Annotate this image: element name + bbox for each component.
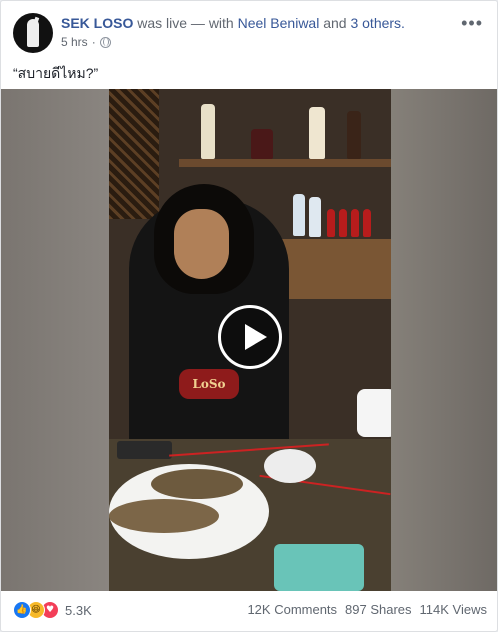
more-options-icon[interactable]: ••• [461, 13, 483, 34]
computer-mouse [264, 449, 316, 483]
bottle [339, 209, 347, 237]
tagged-link[interactable]: Neel Beniwal [238, 15, 320, 31]
shares-count[interactable]: 897 Shares [345, 602, 412, 617]
video-player[interactable]: LoSo [1, 89, 497, 591]
others-link[interactable]: 3 others. [350, 15, 404, 31]
fish [109, 499, 219, 533]
like-reaction-icon: 👍 [13, 601, 31, 619]
post-meta: 5 hrs · [61, 35, 111, 49]
bottle [201, 104, 215, 159]
bottle [327, 209, 335, 237]
post-card: SEK LOSO was live — with Neel Beniwal an… [0, 0, 498, 632]
action-text: was live — with [137, 15, 234, 31]
play-icon [245, 324, 267, 350]
separator-dot: · [91, 35, 96, 49]
shelf [179, 159, 391, 167]
bottle [309, 107, 325, 159]
video-blur-right [391, 89, 497, 591]
person-face [174, 209, 229, 279]
video-blur-left [1, 89, 109, 591]
timestamp[interactable]: 5 hrs [61, 35, 88, 49]
tissue-roll [357, 389, 391, 437]
bottle [309, 197, 321, 237]
phone [117, 441, 172, 459]
views-count: 114K Views [419, 602, 487, 617]
post-text: “สบายดีไหม?” [13, 65, 99, 81]
post-header: SEK LOSO was live — with Neel Beniwal an… [1, 1, 497, 61]
comments-count[interactable]: 12K Comments [247, 602, 337, 617]
bottle [251, 129, 273, 159]
shirt-logo: LoSo [179, 369, 239, 399]
fish [151, 469, 243, 499]
bottle [363, 209, 371, 237]
bottle [293, 194, 305, 236]
reaction-count[interactable]: 5.3K [65, 603, 92, 618]
post-title: SEK LOSO was live — with Neel Beniwal an… [61, 15, 405, 31]
and-text: and [323, 15, 347, 31]
play-button[interactable] [218, 305, 282, 369]
avatar[interactable] [13, 13, 53, 53]
tape-measure [274, 544, 364, 591]
post-footer: 👍 😆 ♥ 5.3K 12K Comments 897 Shares 114K … [1, 593, 497, 629]
author-link[interactable]: SEK LOSO [61, 15, 133, 31]
globe-icon[interactable] [99, 36, 111, 48]
bottle [347, 111, 361, 159]
lattice-wall [109, 89, 159, 219]
bottle [351, 209, 359, 237]
post-stats: 12K Comments 897 Shares 114K Views [247, 602, 487, 617]
reactions[interactable]: 👍 😆 ♥ 5.3K [13, 601, 92, 619]
